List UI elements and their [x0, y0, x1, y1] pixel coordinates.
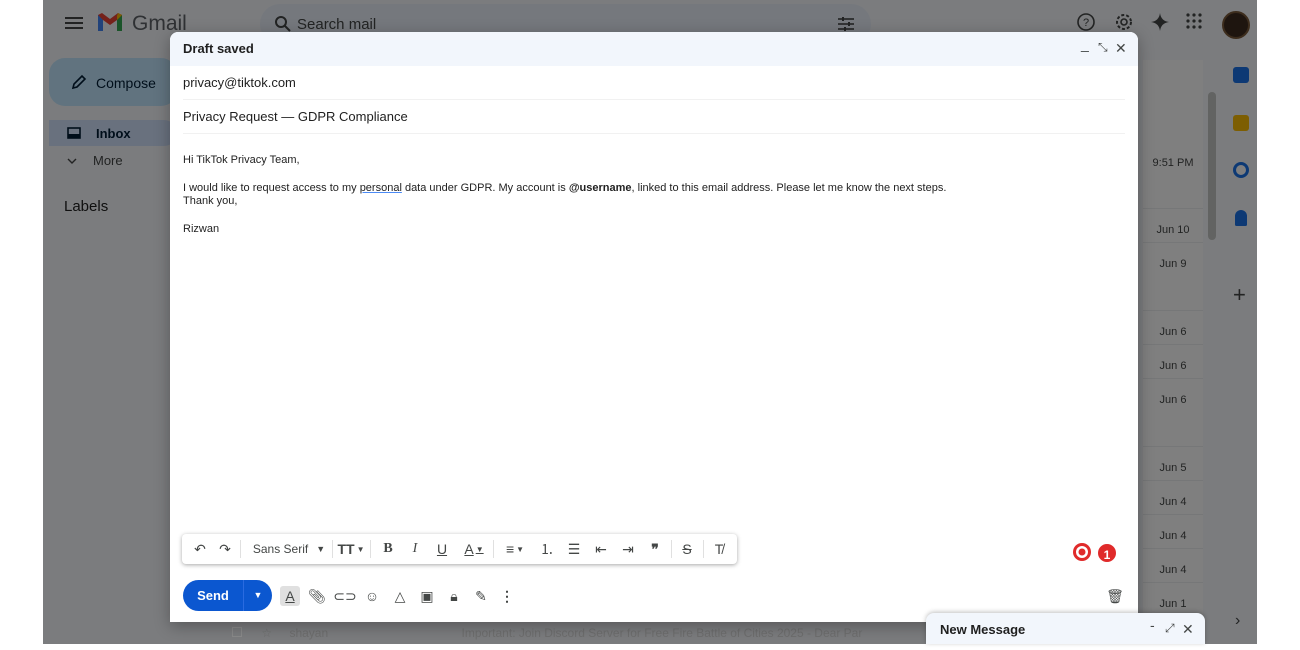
divider	[332, 540, 333, 558]
strikethrough-icon[interactable]: S	[678, 540, 696, 558]
divider	[671, 540, 672, 558]
spellcheck-word[interactable]: personal	[360, 182, 402, 194]
subject-value[interactable]: Privacy Request — GDPR Compliance	[183, 109, 408, 124]
new-message-title[interactable]: New Message	[940, 622, 1025, 637]
close-icon[interactable]: ✕	[1182, 621, 1194, 638]
list-item[interactable]: ☆ shayan Important: Join Discord Server …	[232, 626, 862, 640]
body-signature: Rizwan	[183, 223, 220, 235]
body-greeting: Hi TikTok Privacy Team,	[183, 154, 300, 166]
list-item-sender: shayan	[289, 626, 329, 640]
redo-icon[interactable]: ↷	[216, 540, 234, 558]
emoji-icon[interactable]: ☺	[362, 586, 382, 606]
body-text: , linked to this email address. Please l…	[631, 182, 947, 194]
lock-icon[interactable]: 🔒︎	[444, 586, 464, 606]
attach-icon[interactable]: 📎︎	[307, 586, 327, 606]
remove-formatting-icon[interactable]: T̸	[710, 540, 728, 558]
quote-icon[interactable]: ❞	[646, 540, 664, 558]
draft-status: Draft saved	[183, 41, 254, 56]
body-closing: Thank you,	[183, 195, 238, 207]
font-select[interactable]: Sans Serif ▼	[246, 540, 332, 558]
recipient-value[interactable]: privacy@tiktok.com	[183, 75, 296, 90]
subject-field[interactable]: Privacy Request — GDPR Compliance	[183, 100, 1125, 134]
message-body[interactable]: Hi TikTok Privacy Team, I would like to …	[183, 154, 1083, 236]
body-paragraph: I would like to request access to my per…	[183, 182, 1083, 195]
list-item-subject: Important: Join Discord Server for Free …	[461, 626, 863, 640]
compose-dialog: Draft saved _ ⤡ ✕ privacy@tiktok.com Pri…	[170, 32, 1138, 622]
body-text: I would like to request access to my	[183, 182, 360, 194]
font-name: Sans Serif	[252, 542, 309, 556]
signature-icon[interactable]: ✎	[471, 586, 491, 606]
to-field[interactable]: privacy@tiktok.com	[183, 66, 1125, 100]
divider	[370, 540, 371, 558]
body-text: data under GDPR. My account is	[401, 182, 569, 194]
divider	[240, 540, 241, 558]
bold-icon[interactable]: B	[379, 540, 397, 558]
fullscreen-icon[interactable]: ⤢	[1165, 621, 1175, 636]
text-size-icon[interactable]: TT ▼	[337, 540, 365, 558]
divider	[493, 540, 494, 558]
chevron-down-icon: ▼	[316, 544, 326, 554]
italic-icon[interactable]: I	[406, 540, 424, 558]
underline-icon[interactable]: U	[433, 540, 451, 558]
send-options-chevron-icon[interactable]: ▼	[244, 580, 272, 611]
more-options-icon[interactable]: ⋮	[497, 586, 517, 606]
link-icon[interactable]: ⊂⊃	[333, 586, 356, 606]
indent-more-icon[interactable]: ⇥	[619, 540, 637, 558]
send-button[interactable]: Send ▼	[183, 580, 272, 611]
body-bold-text: @username	[568, 182, 632, 194]
indent-less-icon[interactable]: ⇤	[592, 540, 610, 558]
formatting-options-icon[interactable]: A	[280, 586, 300, 606]
minimize-icon[interactable]: _	[1081, 36, 1089, 52]
checkbox-icon[interactable]	[232, 627, 242, 637]
formatting-toolbar: ↶ ↷ Sans Serif ▼ TT ▼ B I U A ▼ ≡ ▼ ⒈ ☰ ⇤ ⇥…	[182, 534, 737, 564]
close-icon[interactable]: ✕	[1115, 40, 1127, 57]
send-label: Send	[197, 588, 229, 603]
new-message-window[interactable]: New Message - ⤢ ✕	[926, 613, 1205, 644]
star-icon[interactable]: ☆	[261, 626, 272, 640]
bulleted-list-icon[interactable]: ☰	[565, 540, 583, 558]
grammarly-count-badge[interactable]: 1	[1096, 542, 1118, 564]
align-icon[interactable]: ≡ ▼	[501, 540, 529, 558]
compose-header: Draft saved _ ⤡ ✕	[170, 32, 1138, 66]
photo-icon[interactable]: ▣	[417, 586, 437, 606]
divider	[703, 540, 704, 558]
exit-fullscreen-icon[interactable]: ⤡	[1098, 40, 1108, 55]
delete-icon[interactable]: 🗑︎	[1105, 586, 1125, 606]
grammarly-icon[interactable]	[1072, 542, 1092, 562]
numbered-list-icon[interactable]: ⒈	[538, 540, 556, 558]
text-color-icon[interactable]: A ▼	[460, 540, 488, 558]
undo-icon[interactable]: ↶	[191, 540, 209, 558]
drive-icon[interactable]: △	[390, 586, 410, 606]
minimize-icon[interactable]: -	[1150, 617, 1155, 633]
